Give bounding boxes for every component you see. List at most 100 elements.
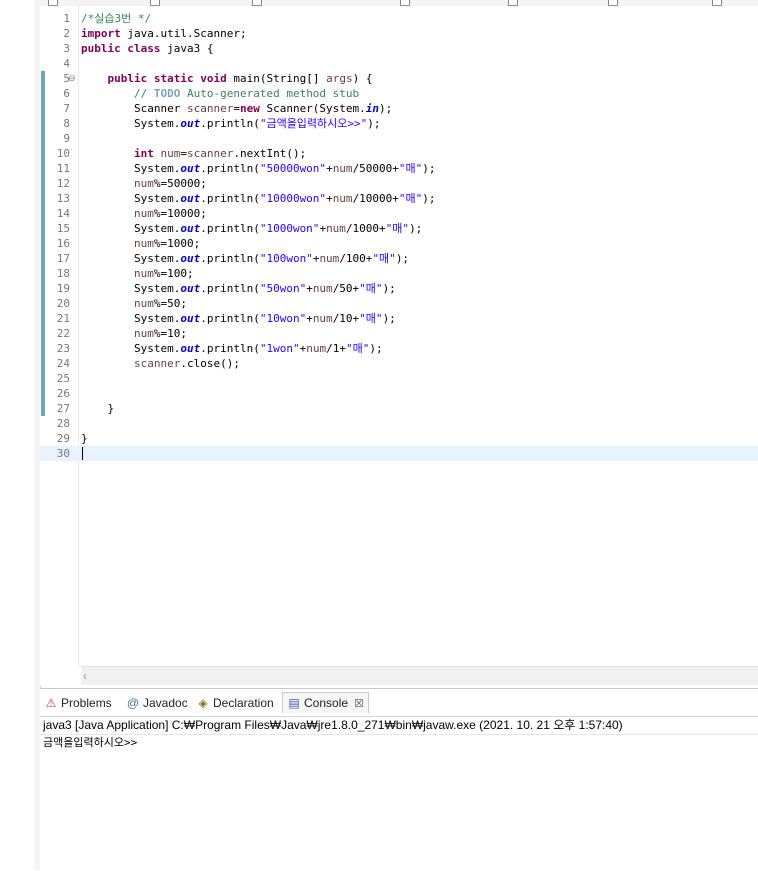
code-line[interactable]: 15 System.out.println("1000won"+num/1000… <box>40 221 758 236</box>
code-text: System.out.println("10won"+num/10+"매"); <box>81 312 396 325</box>
code-line[interactable]: 8 System.out.println("금액을입력하시오>>"); <box>40 116 758 131</box>
code-line[interactable]: 29} <box>40 431 758 446</box>
tab-label: Javadoc <box>143 696 188 710</box>
change-marker <box>41 281 45 296</box>
change-marker <box>41 146 45 161</box>
code-line[interactable]: 18 num%=100; <box>40 266 758 281</box>
code-line[interactable]: 10 int num=scanner.nextInt(); <box>40 146 758 161</box>
code-line[interactable]: 24 scanner.close(); <box>40 356 758 371</box>
code-line[interactable]: 30 <box>40 446 758 461</box>
code-text: num%=10; <box>133 327 187 340</box>
change-marker <box>41 386 45 401</box>
javadoc-icon: @ <box>126 696 140 710</box>
code-text: scanner.close(); <box>133 357 240 370</box>
line-number: 4 <box>63 57 70 70</box>
change-marker <box>41 371 45 386</box>
line-number: 29 <box>56 432 70 445</box>
left-trim <box>0 0 35 870</box>
change-marker <box>41 356 45 371</box>
code-text: System.out.println("1won"+num/1+"매"); <box>81 342 383 355</box>
code-line[interactable]: 17 System.out.println("100won"+num/100+"… <box>40 251 758 266</box>
code-text: /*실습3번 */ <box>81 12 152 25</box>
code-text: System.out.println("금액을입력하시오>>"); <box>81 117 381 130</box>
code-text: num%=10000; <box>133 207 207 220</box>
tab-declaration[interactable]: ◈ Declaration <box>196 693 274 713</box>
code-text: public static void main(String[] args) { <box>107 72 373 85</box>
code-text: num%=100; <box>133 267 194 280</box>
bottom-view-panel: ⚠ Problems @ Javadoc ◈ Declaration ▤ Console… <box>40 688 758 871</box>
code-line[interactable]: 6 // TODO Auto-generated method stub <box>40 86 758 101</box>
code-line[interactable]: 16 num%=1000; <box>40 236 758 251</box>
code-text: System.out.println("10000won"+num/10000+… <box>81 192 436 205</box>
view-tabs: ⚠ Problems @ Javadoc ◈ Declaration ▤ Console… <box>40 689 758 717</box>
change-marker <box>41 71 45 86</box>
code-line[interactable]: 28 <box>40 416 758 431</box>
code-line[interactable]: 21 System.out.println("10won"+num/10+"매"… <box>40 311 758 326</box>
code-text: System.out.println("100won"+num/100+"매")… <box>81 252 410 265</box>
code-line[interactable]: 22 num%=10; <box>40 326 758 341</box>
code-text: System.out.println("50won"+num/50+"매"); <box>81 282 396 295</box>
change-marker <box>41 266 45 281</box>
code-line[interactable]: 4 <box>40 56 758 71</box>
code-line[interactable]: 12 num%=50000; <box>40 176 758 191</box>
code-line[interactable]: 13 System.out.println("10000won"+num/100… <box>40 191 758 206</box>
change-marker <box>41 191 45 206</box>
code-line[interactable]: 19 System.out.println("50won"+num/50+"매"… <box>40 281 758 296</box>
change-marker <box>41 176 45 191</box>
change-marker <box>41 221 45 236</box>
problems-icon: ⚠ <box>45 696 57 710</box>
code-line[interactable]: 11 System.out.println("50000won"+num/500… <box>40 161 758 176</box>
tab-javadoc[interactable]: @ Javadoc <box>126 693 188 713</box>
code-text: } <box>81 402 115 415</box>
code-line[interactable]: 26 <box>40 386 758 401</box>
code-line[interactable]: 27 } <box>40 401 758 416</box>
code-text: public class java3 { <box>81 42 214 55</box>
code-line[interactable]: 1 /*실습3번 */ <box>40 11 758 26</box>
close-icon[interactable]: ☒ <box>354 698 364 710</box>
code-text: System.out.println("1000won"+num/1000+"매… <box>81 222 423 235</box>
change-marker <box>41 101 45 116</box>
code-line[interactable]: 23 System.out.println("1won"+num/1+"매"); <box>40 341 758 356</box>
tab-console[interactable]: ▤ Console ☒ <box>282 692 369 713</box>
line-number: 3 <box>63 42 70 55</box>
change-marker <box>41 296 45 311</box>
console-launch-description: java3 [Java Application] C:₩Program File… <box>43 718 623 732</box>
code-line[interactable]: 2 import java.util.Scanner; <box>40 26 758 41</box>
code-editor[interactable]: 1 /*실습3번 */ 2 import java.util.Scanner; 3 pub… <box>40 6 758 686</box>
change-marker <box>41 161 45 176</box>
code-line[interactable]: 9 <box>40 131 758 146</box>
code-line[interactable]: 14 num%=10000; <box>40 206 758 221</box>
line-number: 2 <box>63 27 70 40</box>
horizontal-scrollbar[interactable]: ‹ <box>81 666 758 685</box>
console-icon: ▤ <box>288 696 300 710</box>
change-marker <box>41 251 45 266</box>
code-line[interactable]: 7 Scanner scanner=new Scanner(System.in)… <box>40 101 758 116</box>
tab-label: Declaration <box>213 696 274 710</box>
console-divider <box>40 734 758 735</box>
code-text: import java.util.Scanner; <box>81 27 247 40</box>
change-marker <box>41 116 45 131</box>
code-text: num%=50000; <box>133 177 207 190</box>
code-text: int num=scanner.nextInt(); <box>133 147 307 160</box>
code-text: System.out.println("50000won"+num/50000+… <box>81 162 436 175</box>
declaration-icon: ◈ <box>198 696 208 710</box>
code-line[interactable]: 3 public class java3 { <box>40 41 758 56</box>
code-text: Scanner scanner=new Scanner(System.in); <box>81 102 393 115</box>
change-marker <box>41 341 45 356</box>
code-text: num%=50; <box>133 297 187 310</box>
change-marker <box>41 86 45 101</box>
code-text: num%=1000; <box>133 237 201 250</box>
code-line[interactable]: 20 num%=50; <box>40 296 758 311</box>
tab-label: Problems <box>61 696 112 710</box>
tab-problems[interactable]: ⚠ Problems <box>44 693 112 713</box>
code-line[interactable]: 5 ⊖ public static void main(String[] args… <box>40 71 758 86</box>
code-line[interactable]: 25 <box>40 371 758 386</box>
change-marker <box>41 401 45 416</box>
change-marker <box>41 326 45 341</box>
line-number: 30 <box>56 447 70 460</box>
line-number: 1 <box>63 12 70 25</box>
scroll-left-icon[interactable]: ‹ <box>83 669 87 683</box>
change-marker <box>41 236 45 251</box>
collapse-icon[interactable]: ⊖ <box>68 74 77 83</box>
console-output[interactable]: 금액을입력하시오>> <box>43 735 137 750</box>
